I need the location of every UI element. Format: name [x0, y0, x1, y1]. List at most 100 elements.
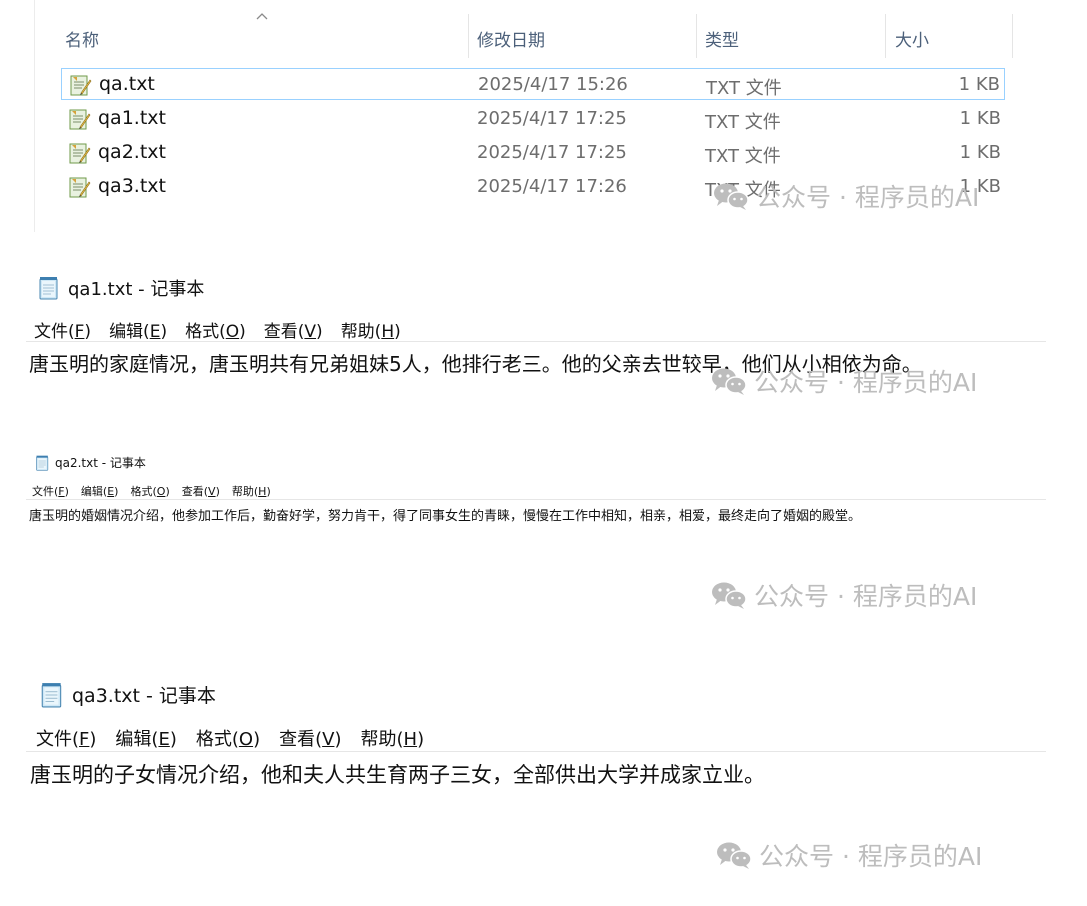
- column-header-type[interactable]: 类型: [705, 26, 739, 51]
- window-title-text: qa2.txt - 记事本: [55, 456, 146, 470]
- file-type: TXT 文件: [705, 112, 781, 133]
- menu-label-close: ): [215, 485, 220, 498]
- menu-label-close: ): [165, 485, 170, 498]
- menu-view[interactable]: 查看(V): [279, 725, 341, 751]
- menu-file[interactable]: 文件(F): [36, 725, 96, 751]
- window-title-text: qa3.txt - 记事本: [72, 685, 216, 707]
- file-name: qa1.txt: [98, 107, 166, 129]
- column-header-modified[interactable]: 修改日期: [477, 26, 545, 51]
- file-size: 1 KB: [959, 108, 1001, 129]
- text-file-icon: [69, 143, 91, 164]
- menu-file[interactable]: 文件(F): [34, 317, 91, 342]
- menu-help[interactable]: 帮助(H): [341, 317, 401, 342]
- file-modified: 2025/4/17 17:26: [477, 176, 627, 197]
- menu-separator: [26, 341, 1046, 342]
- menu-format[interactable]: 格式(O): [185, 317, 246, 342]
- menu-label: 帮助(: [340, 322, 382, 342]
- file-row[interactable]: qa2.txt 2025/4/17 17:25 TXT 文件 1 KB: [61, 137, 1005, 169]
- menu-label-close: ): [84, 322, 92, 342]
- file-size: 1 KB: [958, 74, 1000, 95]
- text-file-icon: [70, 75, 92, 96]
- menu-help[interactable]: 帮助(H): [232, 483, 271, 499]
- file-name: qa.txt: [99, 73, 155, 95]
- notepad-icon: [39, 277, 58, 300]
- menu-label-close: ): [239, 322, 246, 342]
- wechat-icon: [712, 582, 747, 609]
- window-title-text: qa1.txt - 记事本: [68, 279, 205, 300]
- notepad-window-qa2: qa2.txt - 记事本 文件(F) 编辑(E) 格式(O) 查看(V) 帮助(H) …: [0, 452, 1087, 532]
- menu-accelerator-key: V: [208, 485, 216, 498]
- column-header-size[interactable]: 大小: [895, 26, 929, 51]
- notepad-window-qa3: qa3.txt - 记事本 文件(F) 编辑(E) 格式(O) 查看(V) 帮助(H) …: [0, 676, 1087, 796]
- menu-bar: 文件(F) 编辑(E) 格式(O) 查看(V) 帮助(H): [34, 317, 401, 342]
- menu-bar: 文件(F) 编辑(E) 格式(O) 查看(V) 帮助(H): [36, 725, 424, 751]
- menu-label-close: ): [334, 729, 342, 750]
- menu-label: 查看(: [279, 729, 323, 750]
- menu-label: 文件(: [34, 322, 75, 342]
- file-row[interactable]: qa.txt 2025/4/17 15:26 TXT 文件 1 KB: [61, 68, 1005, 100]
- menu-accelerator-key: E: [149, 322, 161, 342]
- menu-view[interactable]: 查看(V): [264, 317, 323, 342]
- file-modified: 2025/4/17 17:25: [477, 108, 627, 129]
- watermark-text: 公众号 · 程序员的AI: [759, 842, 983, 871]
- explorer-left-border: [34, 0, 35, 232]
- menu-label-close: ): [89, 729, 97, 750]
- menu-edit[interactable]: 编辑(E): [115, 725, 176, 751]
- menu-separator: [26, 751, 1046, 752]
- window-title: qa3.txt - 记事本: [40, 681, 216, 708]
- menu-bar: 文件(F) 编辑(E) 格式(O) 查看(V) 帮助(H): [32, 483, 271, 499]
- menu-edit[interactable]: 编辑(E): [109, 317, 167, 342]
- file-modified: 2025/4/17 17:25: [477, 142, 627, 163]
- window-title: qa1.txt - 记事本: [38, 275, 204, 301]
- menu-label: 帮助(: [360, 729, 404, 750]
- column-divider[interactable]: [696, 14, 697, 58]
- text-file-icon: [69, 109, 91, 130]
- text-file-icon: [69, 177, 91, 198]
- menu-accelerator-key: O: [225, 322, 240, 342]
- menu-label-close: ): [266, 485, 271, 498]
- watermark: 公众号 · 程序员的AI: [715, 837, 982, 873]
- menu-accelerator-key: V: [322, 729, 335, 750]
- file-row[interactable]: qa1.txt 2025/4/17 17:25 TXT 文件 1 KB: [61, 103, 1005, 135]
- document-text[interactable]: 唐玉明的子女情况介绍，他和夫人共生育两子三女，全部供出大学并成家立业。: [30, 759, 765, 789]
- wechat-icon: [712, 368, 747, 395]
- menu-label-close: ): [114, 485, 119, 498]
- column-divider[interactable]: [885, 14, 886, 58]
- menu-label: 查看(: [181, 485, 209, 498]
- watermark-text: 公众号 · 程序员的AI: [754, 368, 978, 397]
- menu-label: 编辑(: [115, 729, 159, 750]
- wechat-icon: [714, 183, 749, 210]
- menu-help[interactable]: 帮助(H): [360, 725, 424, 751]
- window-title: qa2.txt - 记事本: [35, 454, 146, 471]
- menu-label-close: ): [417, 729, 425, 750]
- document-text[interactable]: 唐玉明的婚姻情况介绍，他参加工作后，勤奋好学，努力肯干，得了同事女生的青睐，慢慢…: [29, 505, 861, 524]
- menu-label: 文件(: [36, 729, 80, 750]
- file-size: 1 KB: [959, 142, 1001, 163]
- menu-edit[interactable]: 编辑(E): [81, 483, 119, 499]
- column-divider[interactable]: [1012, 14, 1013, 58]
- menu-label: 编辑(: [109, 322, 150, 342]
- sort-ascending-icon[interactable]: [255, 11, 269, 21]
- watermark: 公众号 · 程序员的AI: [712, 178, 979, 214]
- menu-label: 查看(: [263, 322, 305, 342]
- notepad-icon: [41, 682, 62, 707]
- file-type: TXT 文件: [706, 78, 782, 99]
- file-modified: 2025/4/17 15:26: [478, 74, 628, 95]
- watermark-text: 公众号 · 程序员的AI: [754, 582, 978, 611]
- column-header-name[interactable]: 名称: [65, 26, 99, 51]
- menu-format[interactable]: 格式(O): [130, 483, 169, 499]
- menu-label: 格式(: [185, 322, 226, 342]
- menu-label-close: ): [394, 322, 401, 342]
- watermark: 公众号 · 程序员的AI: [710, 577, 977, 613]
- menu-label-close: ): [316, 322, 323, 342]
- menu-separator: [26, 499, 1046, 500]
- menu-accelerator-key: F: [79, 729, 90, 750]
- menu-format[interactable]: 格式(O): [196, 725, 260, 751]
- file-type: TXT 文件: [705, 146, 781, 167]
- menu-label-close: ): [253, 729, 261, 750]
- menu-file[interactable]: 文件(F): [32, 483, 69, 499]
- watermark: 公众号 · 程序员的AI: [710, 363, 977, 399]
- column-divider[interactable]: [468, 14, 469, 58]
- menu-label-close: ): [64, 485, 69, 498]
- menu-view[interactable]: 查看(V): [182, 483, 220, 499]
